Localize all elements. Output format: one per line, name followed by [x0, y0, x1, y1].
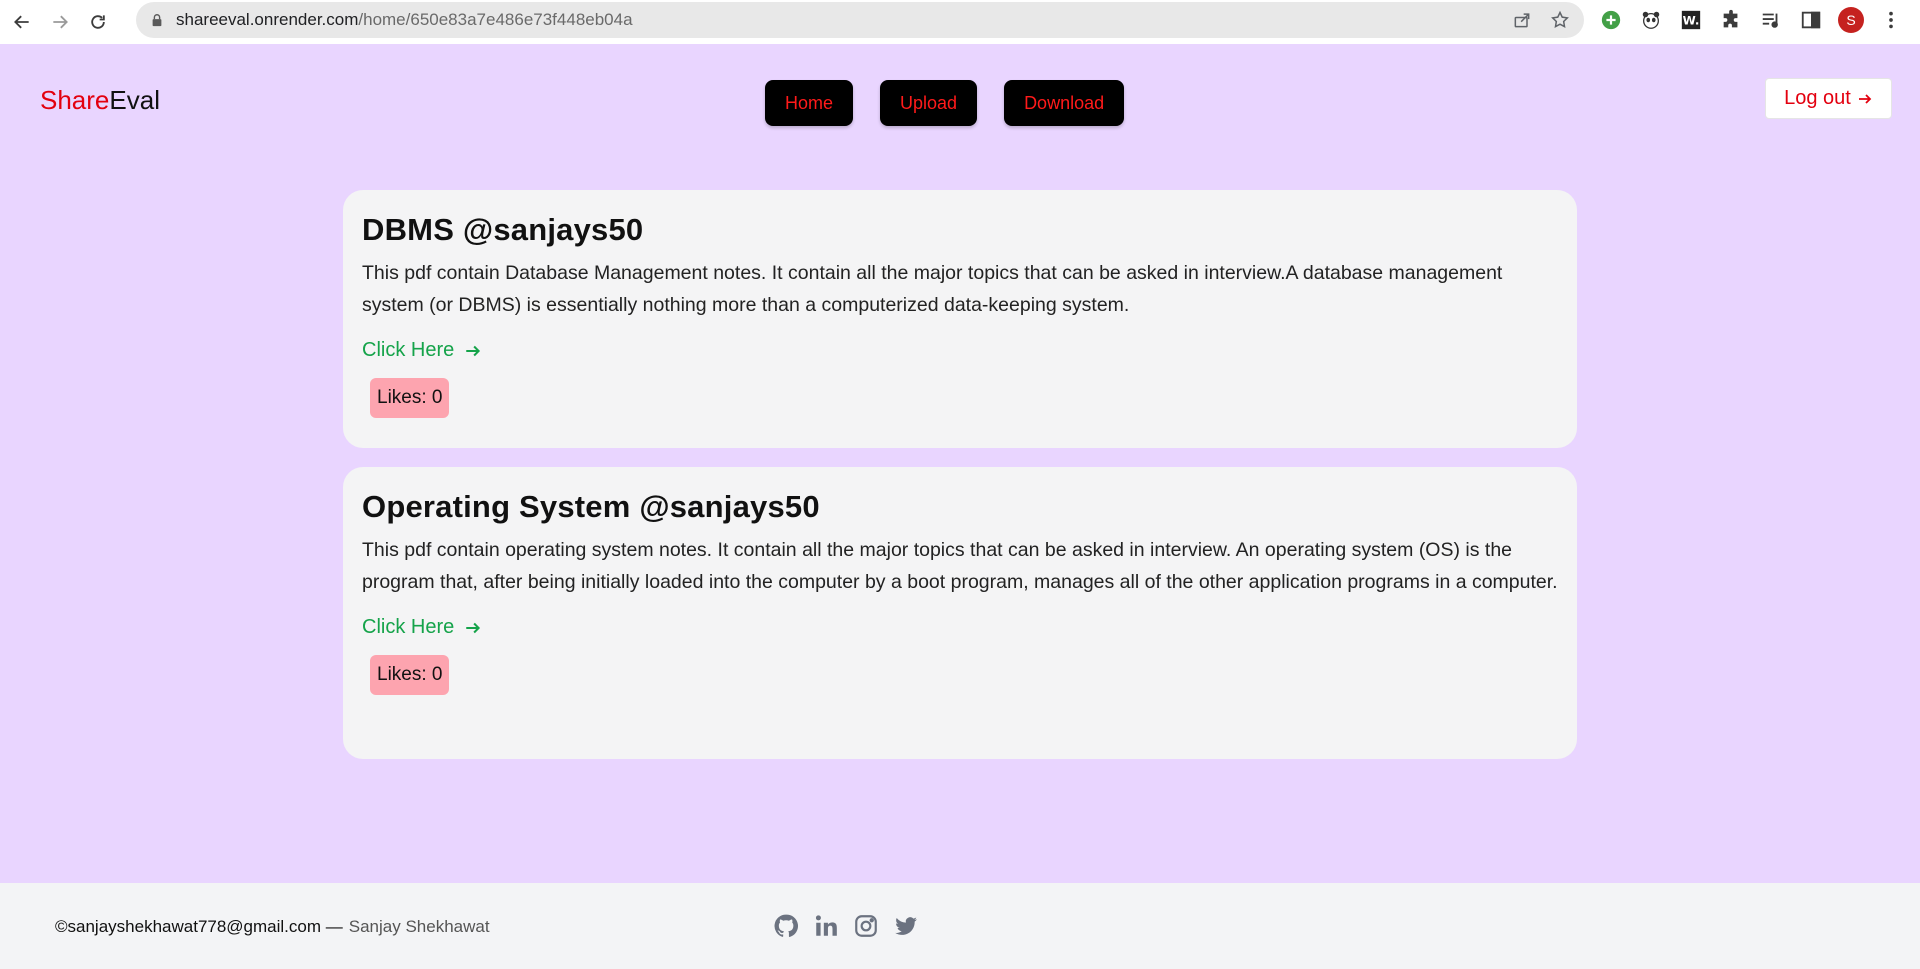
puzzle-icon: [1723, 9, 1738, 28]
logo-eval: Eval: [109, 85, 160, 115]
profile-avatar[interactable]: S: [1838, 7, 1864, 33]
instagram-icon[interactable]: [853, 913, 879, 939]
browser-menu-button[interactable]: [1878, 7, 1904, 33]
url-text: shareeval.onrender.com/home/650e83a7e486…: [176, 10, 633, 30]
share-icon[interactable]: [1512, 10, 1532, 30]
linkedin-icon[interactable]: [813, 913, 839, 939]
arrow-right-icon: [53, 15, 68, 29]
forward-button[interactable]: [44, 6, 76, 38]
browser-toolbar: shareeval.onrender.com/home/650e83a7e486…: [0, 0, 1920, 44]
footer-email: ©sanjayshekhawat778@gmail.com —: [55, 917, 343, 936]
click-here-label: Click Here: [362, 616, 455, 638]
w-logo-icon: W.: [1681, 10, 1701, 30]
arrow-left-icon: [14, 15, 29, 29]
side-panel-button[interactable]: [1798, 7, 1824, 33]
upload-button[interactable]: Upload: [880, 80, 978, 126]
extension-panda[interactable]: [1638, 7, 1664, 33]
twitter-icon[interactable]: [893, 913, 919, 939]
download-button[interactable]: Download: [1004, 80, 1125, 126]
card-title: Operating System @sanjays50: [362, 489, 820, 524]
click-here-link[interactable]: Click Here: [362, 616, 482, 639]
media-control-button[interactable]: [1758, 7, 1784, 33]
kebab-menu-icon: [1889, 11, 1893, 29]
extension-green-plus[interactable]: [1598, 7, 1624, 33]
click-here-link[interactable]: Click Here: [362, 339, 482, 362]
page-footer: ©sanjayshekhawat778@gmail.com — Sanjay Sh…: [0, 883, 1920, 969]
extensions-button[interactable]: [1718, 7, 1744, 33]
top-nav: Home Upload Download: [765, 80, 1125, 126]
bookmark-star-icon[interactable]: [1550, 10, 1570, 30]
url-host: shareeval.onrender.com: [176, 10, 359, 29]
footer-author-link[interactable]: Sanjay Shekhawat: [349, 917, 490, 936]
back-button[interactable]: [6, 6, 38, 38]
address-bar[interactable]: shareeval.onrender.com/home/650e83a7e486…: [136, 2, 1584, 38]
logout-button[interactable]: Log out: [1765, 78, 1892, 119]
likes-badge[interactable]: Likes: 0: [370, 378, 450, 418]
card-description: This pdf contain operating system notes.…: [362, 539, 1558, 593]
footer-credits: ©sanjayshekhawat778@gmail.com — Sanjay Sh…: [55, 917, 490, 937]
card-title: DBMS @sanjays50: [362, 212, 644, 247]
github-icon[interactable]: [773, 913, 799, 939]
reload-icon: [91, 15, 105, 29]
playlist-icon: [1762, 13, 1778, 28]
arrow-right-icon: [1858, 93, 1872, 104]
logout-label: Log out: [1784, 87, 1851, 109]
arrow-right-icon: [466, 345, 481, 356]
plus-circle-icon: [1601, 10, 1621, 30]
logo-share: Share: [40, 85, 110, 115]
click-here-label: Click Here: [362, 339, 455, 361]
home-button[interactable]: Home: [765, 80, 854, 126]
svg-text:W.: W.: [1683, 14, 1700, 28]
panda-icon: [1642, 11, 1660, 29]
lock-icon: [152, 14, 162, 27]
url-path: /home/650e83a7e486e73f448eb04a: [358, 10, 633, 29]
note-card: Operating System @sanjays50 This pdf con…: [343, 467, 1577, 759]
likes-badge[interactable]: Likes: 0: [370, 655, 450, 695]
card-description: This pdf contain Database Management not…: [362, 262, 1503, 316]
social-links: [773, 913, 919, 939]
extension-w[interactable]: W.: [1678, 7, 1704, 33]
reload-button[interactable]: [82, 6, 114, 38]
side-panel-icon: [1801, 11, 1821, 29]
note-card: DBMS @sanjays50 This pdf contain Databas…: [343, 190, 1577, 448]
arrow-right-icon: [466, 622, 481, 633]
site-logo[interactable]: ShareEval: [40, 85, 160, 116]
